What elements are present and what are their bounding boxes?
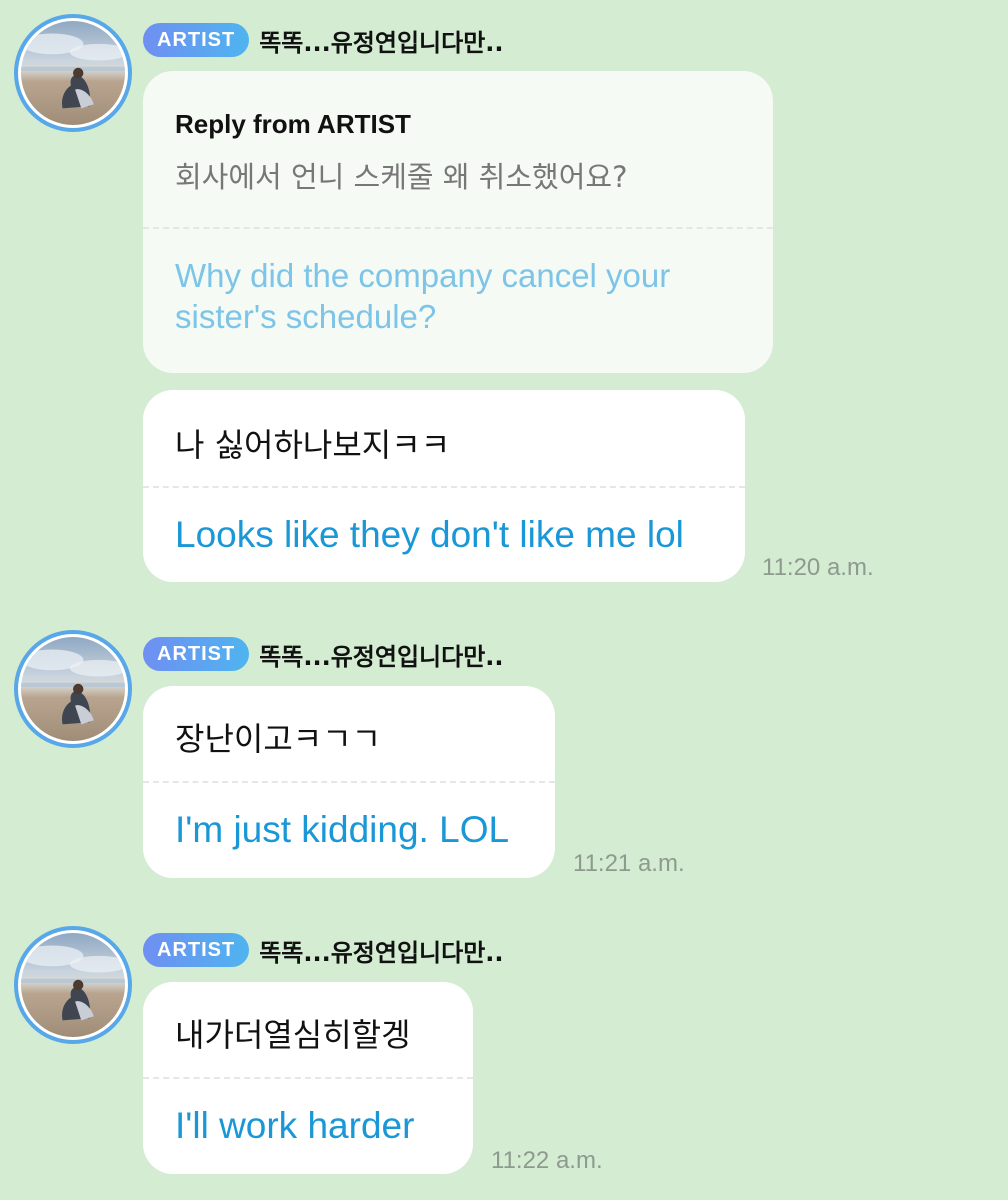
message-korean: 나 싫어하나보지ㅋㅋ xyxy=(175,426,451,464)
profile-photo-image xyxy=(21,33,125,109)
profile-photo xyxy=(21,21,125,125)
sender-row: ARTIST 똑똑...유정연입니다만.. xyxy=(143,22,504,58)
avatar[interactable] xyxy=(14,14,132,132)
message-english: I'm just kidding. LOL xyxy=(175,809,510,850)
reply-question-english-line2: sister's schedule? xyxy=(175,298,437,335)
message-time: 11:22 a.m. xyxy=(491,1147,603,1174)
reply-title: Reply from ARTIST xyxy=(175,109,411,139)
message-bubble[interactable]: 내가더열심히할겡 I'll work harder xyxy=(143,982,473,1174)
artist-badge: ARTIST xyxy=(143,637,250,671)
sender-row: ARTIST 똑똑...유정연입니다만.. xyxy=(143,636,504,672)
artist-badge: ARTIST xyxy=(143,933,250,967)
artist-badge: ARTIST xyxy=(143,23,250,57)
message-english: I'll work harder xyxy=(175,1105,415,1146)
profile-photo-image xyxy=(21,649,125,725)
message-bubble[interactable]: 장난이고ㅋㄱㄱ I'm just kidding. LOL xyxy=(143,686,555,878)
profile-photo-image xyxy=(21,945,125,1021)
message-time: 11:21 a.m. xyxy=(573,850,685,877)
sender-row: ARTIST 똑똑...유정연입니다만.. xyxy=(143,932,504,968)
avatar[interactable] xyxy=(14,630,132,748)
reply-question-english-line1: Why did the company cancel your xyxy=(175,257,671,294)
profile-photo xyxy=(21,637,125,741)
message-bubble[interactable]: 나 싫어하나보지ㅋㅋ Looks like they don't like me… xyxy=(143,390,745,582)
message-korean: 내가더열심히할겡 xyxy=(175,1016,411,1054)
profile-photo xyxy=(21,933,125,1037)
sender-name: 똑똑...유정연입니다만.. xyxy=(259,642,504,671)
message-korean: 장난이고ㅋㄱㄱ xyxy=(175,720,382,758)
avatar[interactable] xyxy=(14,926,132,1044)
sender-name: 똑똑...유정연입니다만.. xyxy=(259,938,504,967)
message-time: 11:20 a.m. xyxy=(762,554,874,581)
reply-bubble[interactable]: Reply from ARTIST 회사에서 언니 스케줄 왜 취소했어요? W… xyxy=(143,71,773,373)
sender-name: 똑똑...유정연입니다만.. xyxy=(259,28,504,57)
reply-question-korean: 회사에서 언니 스케줄 왜 취소했어요? xyxy=(175,160,628,194)
message-english: Looks like they don't like me lol xyxy=(175,514,684,555)
